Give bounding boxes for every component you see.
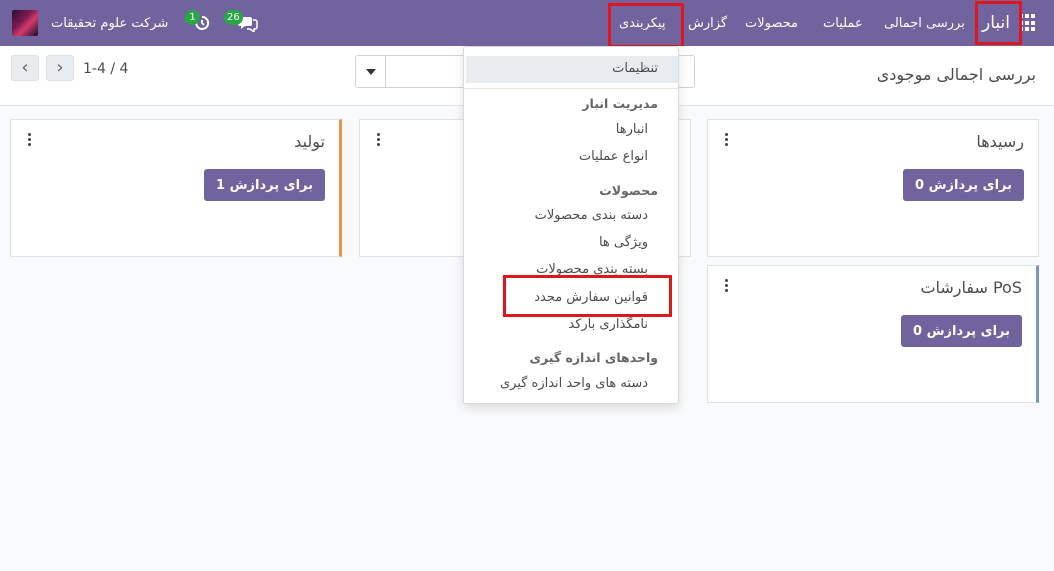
- pager-previous-button[interactable]: ‹: [11, 55, 39, 81]
- card-pos-orders[interactable]: سفارشات PoS 0 برای پردازش: [707, 265, 1039, 403]
- kebab-menu-icon[interactable]: [725, 133, 729, 146]
- card-title[interactable]: سفارشات PoS: [920, 278, 1022, 297]
- dropdown-item-settings[interactable]: تنظیمات: [466, 56, 678, 83]
- card-title[interactable]: رسیدها: [976, 132, 1024, 151]
- to-process-button[interactable]: 0 برای پردازش: [903, 169, 1024, 201]
- user-avatar[interactable]: [12, 10, 38, 36]
- dropdown-divider: [464, 88, 678, 89]
- dropdown-item-product-categories[interactable]: دسته بندی محصولات: [535, 208, 648, 223]
- apps-grid-icon[interactable]: [1019, 14, 1037, 32]
- to-process-button[interactable]: 0 برای پردازش: [901, 315, 1022, 347]
- chevron-right-icon: ›: [56, 57, 64, 78]
- chevron-left-icon: ‹: [21, 57, 29, 78]
- menu-operations[interactable]: عملیات: [823, 0, 863, 46]
- kebab-menu-icon[interactable]: [725, 279, 729, 292]
- dropdown-item-product-packagings[interactable]: بسته بندی محصولات: [536, 262, 648, 277]
- activity-badge: 1: [185, 10, 200, 25]
- page-title: بررسی اجمالی موجودی: [876, 65, 1036, 84]
- menu-reporting[interactable]: گزارش: [688, 0, 727, 46]
- dropdown-item-uom-categories[interactable]: دسته های واحد اندازه گیری: [500, 376, 648, 391]
- caret-down-icon: [365, 68, 376, 75]
- dropdown-item-attributes[interactable]: ویژگی ها: [599, 235, 648, 250]
- app-name[interactable]: انبار: [982, 0, 1010, 46]
- kebab-menu-icon[interactable]: [377, 133, 381, 146]
- company-name[interactable]: شرکت علوم تحقیقات: [51, 0, 168, 46]
- menu-products[interactable]: محصولات: [745, 0, 798, 46]
- search-options-toggle[interactable]: [356, 56, 386, 87]
- configuration-dropdown: تنظیمات مدیریت انبار انبارها انواع عملیا…: [463, 46, 679, 404]
- top-navbar: انبار بررسی اجمالی عملیات محصولات گزارش …: [0, 0, 1054, 46]
- dropdown-item-reordering-rules[interactable]: قوانین سفارش مجدد: [534, 290, 648, 305]
- dropdown-item-warehouses[interactable]: انبارها: [616, 122, 648, 137]
- card-receipts[interactable]: رسیدها 0 برای پردازش: [707, 119, 1039, 257]
- card-title[interactable]: تولید: [294, 132, 325, 151]
- dropdown-item-label: تنظیمات: [612, 61, 658, 76]
- menu-configuration[interactable]: پیکربندی: [619, 0, 665, 46]
- menu-overview[interactable]: بررسی اجمالی: [884, 0, 965, 46]
- to-process-button[interactable]: 1 برای پردازش: [204, 169, 325, 201]
- dropdown-section-products: محصولات: [599, 183, 658, 198]
- messages-badge: 26: [224, 10, 243, 25]
- pager-next-button[interactable]: ›: [46, 55, 74, 81]
- dropdown-item-operation-types[interactable]: انواع عملیات: [579, 149, 648, 164]
- dropdown-section-warehouse-management: مدیریت انبار: [582, 96, 658, 111]
- dropdown-item-barcode-nomenclature[interactable]: نامگذاری بارکد: [568, 317, 648, 332]
- pager-value[interactable]: 1-4 / 4: [83, 61, 128, 77]
- dropdown-section-units-of-measure: واحدهای اندازه گیری: [529, 350, 658, 365]
- kebab-menu-icon[interactable]: [28, 133, 32, 146]
- card-manufacturing[interactable]: تولید 1 برای پردازش: [10, 119, 342, 257]
